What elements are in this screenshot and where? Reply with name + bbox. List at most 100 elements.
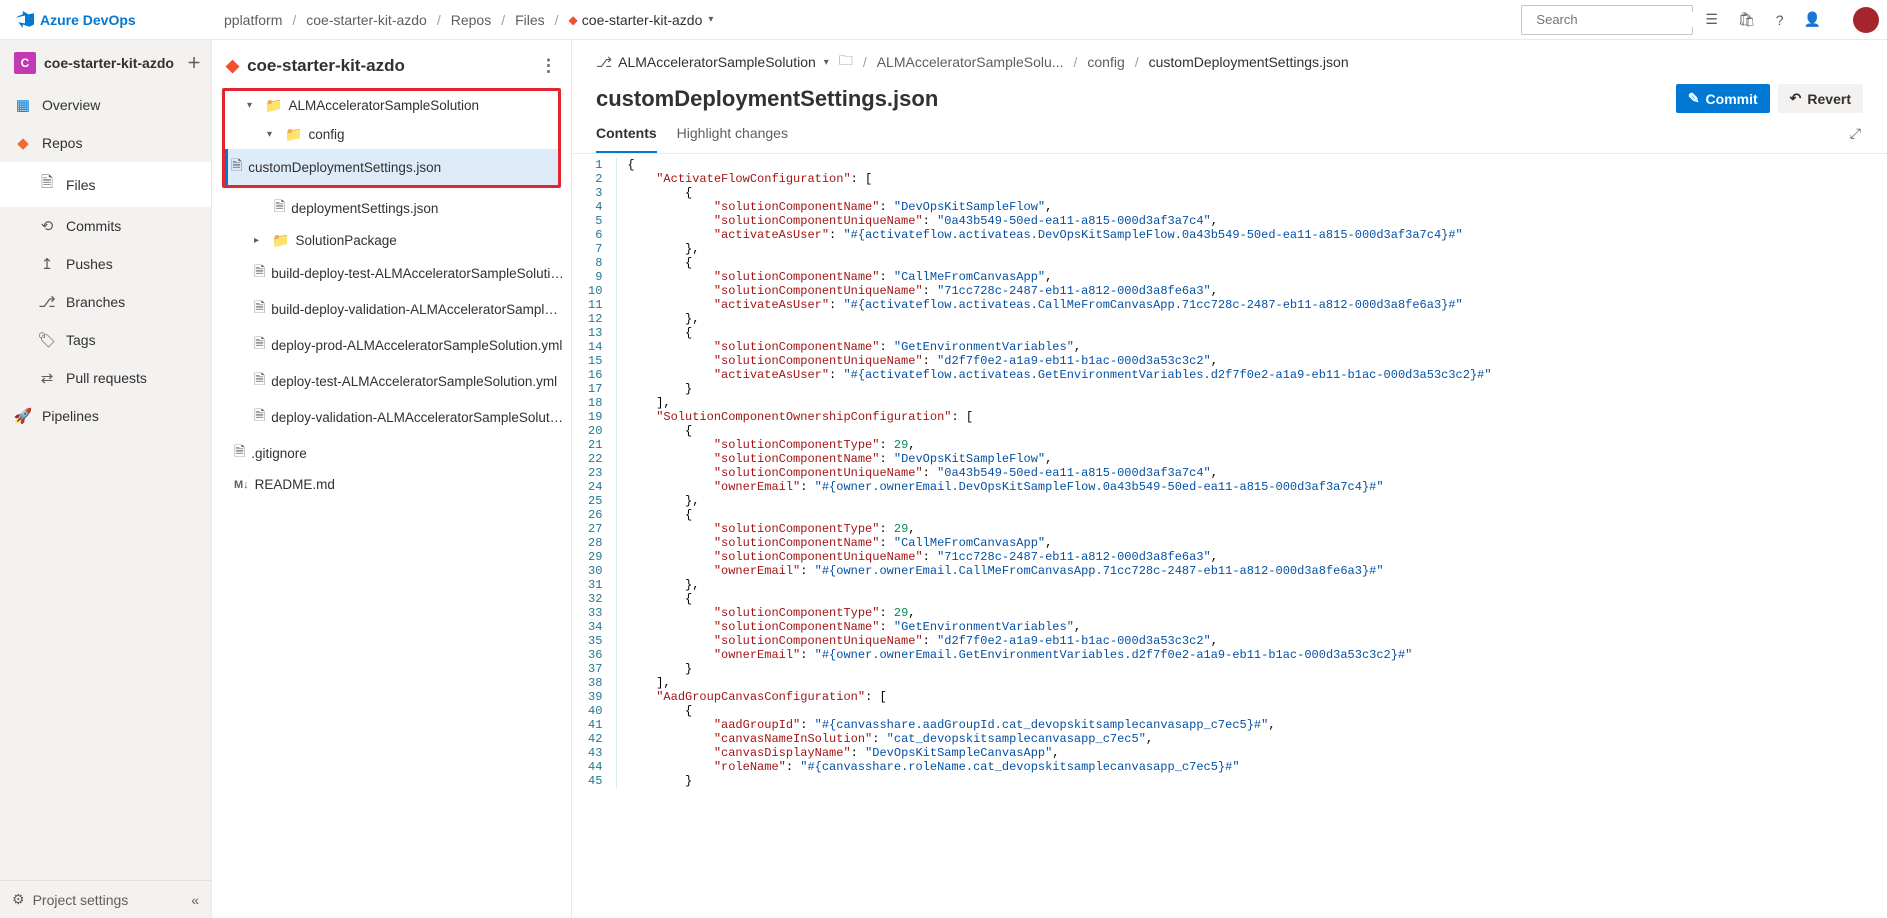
code-line[interactable]: "solutionComponentUniqueName": "0a43b549… bbox=[617, 214, 1492, 228]
code-line[interactable]: "ownerEmail": "#{owner.ownerEmail.CallMe… bbox=[617, 564, 1492, 578]
tree-file-customsettings[interactable]: 🗎 customDeploymentSettings.json bbox=[225, 149, 558, 185]
code-line[interactable]: "solutionComponentType": 29, bbox=[617, 606, 1492, 620]
filter-icon[interactable]: ☰ bbox=[1705, 11, 1718, 28]
nav-label: Branches bbox=[66, 294, 125, 310]
search-input[interactable] bbox=[1536, 12, 1712, 27]
code-line[interactable]: "solutionComponentName": "GetEnvironment… bbox=[617, 340, 1492, 354]
code-line[interactable]: { bbox=[617, 186, 1492, 200]
code-line[interactable]: } bbox=[617, 382, 1492, 396]
bc-sub[interactable]: Files bbox=[515, 12, 545, 28]
code-line[interactable]: "aadGroupId": "#{canvasshare.aadGroupId.… bbox=[617, 718, 1492, 732]
branch-selector[interactable]: ⎇ ALMAcceleratorSampleSolution ▾ bbox=[596, 54, 829, 71]
avatar[interactable] bbox=[1853, 7, 1879, 33]
line-number: 17 bbox=[572, 382, 617, 396]
code-line[interactable]: { bbox=[617, 424, 1492, 438]
code-line[interactable]: } bbox=[617, 774, 1492, 788]
more-icon[interactable]: ⋮ bbox=[540, 56, 557, 76]
code-line[interactable]: }, bbox=[617, 242, 1492, 256]
tab-highlight[interactable]: Highlight changes bbox=[677, 125, 788, 153]
code-line[interactable]: "solutionComponentName": "CallMeFromCanv… bbox=[617, 270, 1492, 284]
code-line[interactable]: "solutionComponentName": "DevOpsKitSampl… bbox=[617, 200, 1492, 214]
bc-org[interactable]: pplatform bbox=[224, 12, 282, 28]
tree-folder-config[interactable]: ▾ 📁 config bbox=[225, 120, 558, 149]
content-tabs: Contents Highlight changes ⤢ bbox=[572, 113, 1887, 154]
tree-file[interactable]: 🗎 build-deploy-validation-ALMAccelerator… bbox=[212, 291, 571, 327]
code-line[interactable]: "solutionComponentUniqueName": "71cc728c… bbox=[617, 550, 1492, 564]
code-line[interactable]: { bbox=[617, 256, 1492, 270]
tree-folder-alm[interactable]: ▾ 📁 ALMAcceleratorSampleSolution bbox=[225, 91, 558, 120]
code-line[interactable]: }, bbox=[617, 494, 1492, 508]
code-line[interactable]: "AadGroupCanvasConfiguration": [ bbox=[617, 690, 1492, 704]
project-settings[interactable]: ⚙ Project settings « bbox=[0, 880, 211, 918]
code-line[interactable]: "solutionComponentName": "GetEnvironment… bbox=[617, 620, 1492, 634]
bc-repo[interactable]: ◆ coe-starter-kit-azdo ▾ bbox=[569, 12, 714, 28]
code-viewer[interactable]: 1{2 "ActivateFlowConfiguration": [3 {4 "… bbox=[572, 154, 1887, 918]
nav-pullrequests[interactable]: ⇄ Pull requests bbox=[0, 359, 211, 397]
nav-branches[interactable]: ⎇ Branches bbox=[0, 283, 211, 321]
code-line[interactable]: "solutionComponentName": "CallMeFromCanv… bbox=[617, 536, 1492, 550]
code-line[interactable]: { bbox=[617, 592, 1492, 606]
repo-header[interactable]: ◆ coe-starter-kit-azdo ⋮ bbox=[212, 42, 571, 86]
code-line[interactable]: }, bbox=[617, 578, 1492, 592]
tree-file[interactable]: 🗎 deploy-validation-ALMAcceleratorSample… bbox=[212, 399, 571, 435]
code-line[interactable]: "solutionComponentName": "DevOpsKitSampl… bbox=[617, 452, 1492, 466]
commit-button[interactable]: ✎ Commit bbox=[1676, 84, 1770, 113]
code-line[interactable]: "ActivateFlowConfiguration": [ bbox=[617, 172, 1492, 186]
user-settings-icon[interactable]: 👤 bbox=[1804, 11, 1821, 28]
nav-overview[interactable]: ▦ Overview bbox=[0, 86, 211, 124]
tree-file-gitignore[interactable]: 🗎 .gitignore bbox=[212, 435, 571, 471]
revert-button[interactable]: ↶ Revert bbox=[1778, 84, 1863, 113]
tree-file[interactable]: 🗎 deploy-prod-ALMAcceleratorSampleSoluti… bbox=[212, 327, 571, 363]
tree-file-depsettings[interactable]: 🗎 deploymentSettings.json bbox=[212, 190, 571, 226]
bc-area[interactable]: Repos bbox=[451, 12, 491, 28]
add-icon[interactable]: ＋ bbox=[187, 53, 201, 73]
path-seg[interactable]: config bbox=[1087, 54, 1124, 70]
code-line[interactable]: { bbox=[617, 508, 1492, 522]
search-box[interactable] bbox=[1521, 5, 1693, 35]
bc-project[interactable]: coe-starter-kit-azdo bbox=[306, 12, 427, 28]
code-line[interactable]: "solutionComponentType": 29, bbox=[617, 438, 1492, 452]
market-icon[interactable]: 🛍 bbox=[1738, 11, 1756, 28]
code-line[interactable]: "solutionComponentUniqueName": "71cc728c… bbox=[617, 284, 1492, 298]
nav-tags[interactable]: 🏷 Tags bbox=[0, 321, 211, 359]
code-line[interactable]: "ownerEmail": "#{owner.ownerEmail.DevOps… bbox=[617, 480, 1492, 494]
nav-pushes[interactable]: ↥ Pushes bbox=[0, 245, 211, 283]
tab-contents[interactable]: Contents bbox=[596, 125, 657, 153]
code-line[interactable]: { bbox=[617, 158, 1492, 172]
file-icon: 🗎 bbox=[254, 369, 265, 393]
code-line[interactable]: "solutionComponentType": 29, bbox=[617, 522, 1492, 536]
tree-folder-solutionpkg[interactable]: ▸ 📁 SolutionPackage bbox=[212, 226, 571, 255]
code-line[interactable]: "solutionComponentUniqueName": "d2f7f0e2… bbox=[617, 354, 1492, 368]
nav-commits[interactable]: ⟲ Commits bbox=[0, 207, 211, 245]
code-line[interactable]: "solutionComponentUniqueName": "d2f7f0e2… bbox=[617, 634, 1492, 648]
tree-file-readme[interactable]: M↓ README.md bbox=[212, 471, 571, 498]
logo-area[interactable]: Azure DevOps bbox=[8, 11, 212, 29]
code-line[interactable]: ], bbox=[617, 396, 1492, 410]
code-line[interactable]: "SolutionComponentOwnershipConfiguration… bbox=[617, 410, 1492, 424]
highlight-annotation: ▾ 📁 ALMAcceleratorSampleSolution ▾ 📁 con… bbox=[222, 88, 561, 188]
code-line[interactable]: "canvasNameInSolution": "cat_devopskitsa… bbox=[617, 732, 1492, 746]
nav-repos[interactable]: ◆ Repos bbox=[0, 124, 211, 162]
code-line[interactable]: }, bbox=[617, 312, 1492, 326]
project-row[interactable]: C coe-starter-kit-azdo ＋ bbox=[0, 40, 211, 86]
tree-file[interactable]: 🗎 deploy-test-ALMAcceleratorSampleSoluti… bbox=[212, 363, 571, 399]
code-line[interactable]: "solutionComponentUniqueName": "0a43b549… bbox=[617, 466, 1492, 480]
path-seg[interactable]: ALMAcceleratorSampleSolu... bbox=[877, 54, 1064, 70]
code-line[interactable]: } bbox=[617, 662, 1492, 676]
help-icon[interactable]: ? bbox=[1776, 12, 1784, 28]
nav-files[interactable]: 🗎 Files bbox=[0, 162, 211, 207]
code-line[interactable]: "ownerEmail": "#{owner.ownerEmail.GetEnv… bbox=[617, 648, 1492, 662]
code-line[interactable]: "canvasDisplayName": "DevOpsKitSampleCan… bbox=[617, 746, 1492, 760]
code-line[interactable]: ], bbox=[617, 676, 1492, 690]
code-line[interactable]: { bbox=[617, 326, 1492, 340]
code-line[interactable]: "activateAsUser": "#{activateflow.activa… bbox=[617, 298, 1492, 312]
code-line[interactable]: "activateAsUser": "#{activateflow.activa… bbox=[617, 228, 1492, 242]
folder-icon[interactable]: 🗀 bbox=[839, 50, 853, 74]
code-line[interactable]: "roleName": "#{canvasshare.roleName.cat_… bbox=[617, 760, 1492, 774]
tree-file[interactable]: 🗎 build-deploy-test-ALMAcceleratorSample… bbox=[212, 255, 571, 291]
code-line[interactable]: { bbox=[617, 704, 1492, 718]
code-line[interactable]: "activateAsUser": "#{activateflow.activa… bbox=[617, 368, 1492, 382]
collapse-icon[interactable]: « bbox=[191, 892, 199, 908]
fullscreen-icon[interactable]: ⤢ bbox=[1850, 125, 1863, 153]
nav-pipelines[interactable]: 🚀 Pipelines bbox=[0, 397, 211, 435]
